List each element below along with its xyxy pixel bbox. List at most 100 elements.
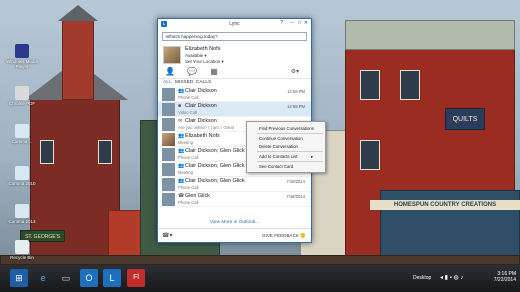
conversation-name: Clair Dickson; Glen Glick	[185, 178, 245, 184]
conversation-time: 12:59 PM	[287, 89, 305, 94]
contact-picture	[162, 148, 175, 161]
user-name: Elizabeth Nofs	[185, 46, 221, 52]
minimize-button[interactable]: –	[290, 20, 293, 26]
conversations-icon: 💬	[187, 67, 197, 76]
outlook-icon: O	[85, 273, 93, 283]
flash-icon: Fl	[133, 274, 139, 281]
conversation-time: 7/18/2014	[286, 194, 305, 199]
tab-conversations[interactable]: 💬	[186, 67, 198, 77]
conversation-type-icon: 👥	[178, 178, 185, 184]
view-more-link[interactable]: View More in Outlook...	[158, 220, 311, 225]
status-message-input[interactable]: What's happening today?	[162, 32, 307, 41]
conversation-type-icon: ☎	[178, 193, 185, 199]
lync-tab-bar: 👤 💬 ▦ ⚙▾	[158, 66, 311, 79]
conversation-subtitle: Are you online? / I am. / Great	[178, 125, 234, 130]
conversation-subtitle: Phone Call	[178, 95, 199, 100]
conversation-item[interactable]: 👥 Clair Dickson Phone Call 12:59 PM	[158, 87, 311, 102]
phone-icon[interactable]: ☎▾	[162, 232, 173, 239]
desktop-icon-label: Chrome PDF	[8, 101, 36, 106]
contact-picture	[162, 193, 175, 206]
tab-contacts[interactable]: 👤	[164, 67, 176, 77]
context-menu: Find Previous Conversations Continue Con…	[246, 121, 326, 173]
conversation-name: Glen Glick	[185, 193, 210, 199]
taskbar-lync[interactable]: L	[103, 269, 121, 287]
contact-picture	[162, 178, 175, 191]
maximize-button[interactable]: □	[298, 20, 301, 26]
start-button[interactable]: ⊞	[10, 269, 28, 287]
conversation-filter: ALL MISSED CALLS	[158, 79, 311, 87]
conversation-type-icon: 👥	[178, 163, 185, 169]
conversation-name: Clair Dickson; Glen Glick	[185, 148, 245, 154]
conversation-name: Clair Dickson	[185, 103, 217, 109]
desktop-icon-chrome-pdf[interactable]: Chrome PDF	[2, 86, 42, 106]
windows-icon: ⊞	[15, 273, 23, 283]
document-icon	[15, 204, 29, 218]
taskbar-outlook[interactable]: O	[80, 269, 98, 287]
desktop-icon-comma-2010[interactable]: Comma 2010	[2, 166, 42, 186]
conversation-time: 12:58 PM	[287, 104, 305, 109]
conversation-name: Elizabeth Nofs	[185, 133, 220, 139]
menu-item-see-contact-card[interactable]: See Contact Card	[259, 164, 293, 169]
contact-picture	[162, 163, 175, 176]
help-icon[interactable]: ?	[280, 20, 283, 26]
desktop-icon-label: Recycle Bin	[10, 255, 34, 260]
conversation-time: 7/18/2014	[286, 179, 305, 184]
taskbar-flash[interactable]: Fl	[127, 269, 145, 287]
document-icon	[15, 124, 29, 138]
conversation-subtitle: Meeting	[178, 170, 193, 175]
taskbar: ⊞ e ▭ O L Fl Desktop ◂ ▮ ▪ ◍ ♪ 3:16 PM 7…	[0, 265, 520, 292]
pdf-icon	[15, 86, 29, 100]
options-button[interactable]: ⚙▾	[289, 67, 301, 77]
tab-meetings[interactable]: ▦	[208, 67, 220, 77]
close-button[interactable]: ✕	[304, 20, 308, 26]
conversation-subtitle: Video Call	[178, 110, 198, 115]
desktop-icon-label: Comma ...	[11, 139, 33, 144]
clock-date: 7/22/2014	[493, 277, 516, 283]
taskbar-internet-explorer[interactable]: e	[34, 269, 52, 287]
clock[interactable]: 3:16 PM 7/22/2014	[488, 271, 516, 283]
calendar-icon: ▦	[210, 67, 218, 76]
conversation-type-icon: 👥	[178, 148, 185, 154]
location-dropdown[interactable]: Set Your Location ▾	[185, 59, 224, 65]
internet-explorer-icon: e	[40, 273, 46, 283]
desktop-toolbar[interactable]: Desktop	[413, 265, 431, 292]
desktop-icon-label: Windows Media Player	[6, 59, 38, 69]
tray-icons[interactable]: ◂ ▮ ▪ ◍ ♪	[440, 265, 463, 292]
document-icon	[15, 166, 29, 180]
conversation-subtitle: Phone Call	[178, 185, 199, 190]
lync-footer: ☎▾ GIVE FEEDBACK 🙂	[158, 228, 311, 242]
conversation-type-icon: 👥	[178, 133, 185, 139]
desktop-icon-comma[interactable]: Comma ...	[2, 124, 42, 144]
folder-icon: ▭	[61, 273, 71, 283]
conversation-name: Clair Dickson	[185, 88, 217, 94]
conversation-subtitle: Phone Call	[178, 155, 199, 160]
desktop-icon-media-player[interactable]: Windows Media Player	[2, 44, 42, 69]
menu-item-find-previous[interactable]: Find Previous Conversations	[259, 126, 314, 131]
conversation-subtitle: Phone Call	[178, 200, 199, 205]
media-player-icon	[15, 44, 29, 58]
filter-missed[interactable]: MISSED	[175, 80, 193, 85]
give-feedback-link[interactable]: GIVE FEEDBACK 🙂	[262, 233, 306, 239]
menu-separator	[257, 133, 323, 134]
contact-picture	[162, 118, 175, 131]
menu-item-delete[interactable]: Delete Conversation	[259, 144, 298, 149]
menu-item-continue[interactable]: Continue Conversation	[259, 136, 303, 141]
conversation-item[interactable]: ☎ Glen Glick Phone Call 7/18/2014	[158, 192, 311, 207]
menu-item-label: Add to Contacts List	[259, 154, 298, 159]
filter-calls[interactable]: CALLS	[196, 80, 211, 85]
conversation-item[interactable]: 👥 Clair Dickson; Glen Glick Phone Call 7/18…	[158, 177, 311, 192]
my-profile: Elizabeth Nofs Available ▾ Set Your Loca…	[158, 44, 311, 66]
lync-title-bar[interactable]: L Lync ? – □ ✕	[158, 19, 311, 29]
filter-all[interactable]: ALL	[163, 80, 172, 85]
desktop-icon-comma-2013[interactable]: Comma 2013	[2, 204, 42, 224]
contact-picture	[162, 88, 175, 101]
conversation-item[interactable]: ■ Clair Dickson Video Call 12:58 PM	[158, 102, 311, 117]
taskbar-file-explorer[interactable]: ▭	[57, 269, 75, 287]
menu-item-add-to-contacts[interactable]: Add to Contacts List ▸	[259, 154, 313, 159]
avatar[interactable]	[163, 46, 181, 64]
lync-icon: L	[109, 273, 115, 283]
wallpaper-sign-homespun: HOMESPUN COUNTRY CREATIONS	[370, 200, 520, 210]
contact-picture	[162, 133, 175, 146]
window-title: Lync	[229, 21, 240, 27]
desktop-icon-recycle-bin[interactable]: Recycle Bin	[2, 240, 42, 260]
